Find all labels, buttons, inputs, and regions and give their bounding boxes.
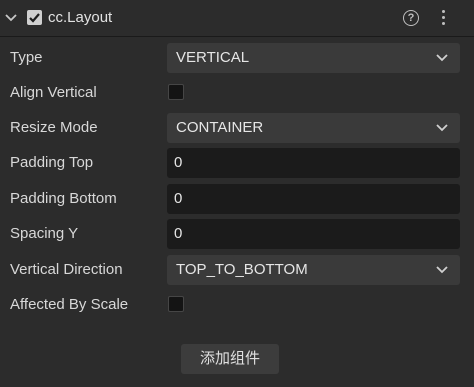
- spacing-y-input[interactable]: 0: [167, 219, 460, 249]
- type-row: Type VERTICAL: [0, 43, 474, 73]
- vertical-direction-select[interactable]: TOP_TO_BOTTOM: [167, 255, 460, 285]
- chevron-down-icon: [436, 54, 448, 62]
- padding-bottom-value: 0: [174, 190, 183, 207]
- align-vertical-label: Align Vertical: [10, 84, 97, 101]
- component-header: cc.Layout ?: [0, 0, 474, 37]
- resize-mode-row: Resize Mode CONTAINER: [0, 113, 474, 143]
- padding-bottom-input[interactable]: 0: [167, 184, 460, 214]
- more-vertical-icon[interactable]: [441, 10, 445, 26]
- spacing-y-value: 0: [174, 225, 183, 242]
- align-vertical-checkbox[interactable]: [168, 84, 184, 100]
- chevron-down-icon: [436, 266, 448, 274]
- spacing-y-row: Spacing Y 0: [0, 219, 474, 249]
- component-enabled-checkbox[interactable]: [27, 10, 42, 25]
- spacing-y-label: Spacing Y: [10, 225, 79, 242]
- vertical-direction-row: Vertical Direction TOP_TO_BOTTOM: [0, 255, 474, 285]
- check-icon: [29, 13, 40, 23]
- align-vertical-row: Align Vertical: [0, 78, 474, 108]
- affected-by-scale-label: Affected By Scale: [10, 296, 129, 313]
- resize-mode-value: CONTAINER: [176, 119, 264, 136]
- chevron-down-icon[interactable]: [4, 11, 18, 25]
- padding-top-input[interactable]: 0: [167, 148, 460, 178]
- type-select[interactable]: VERTICAL: [167, 43, 460, 73]
- vertical-direction-label: Vertical Direction: [10, 261, 123, 278]
- add-component-button[interactable]: 添加组件: [181, 344, 279, 374]
- affected-by-scale-row: Affected By Scale: [0, 290, 474, 320]
- padding-bottom-label: Padding Bottom: [10, 190, 117, 207]
- vertical-direction-value: TOP_TO_BOTTOM: [176, 261, 308, 278]
- resize-mode-select[interactable]: CONTAINER: [167, 113, 460, 143]
- padding-top-row: Padding Top 0: [0, 148, 474, 178]
- resize-mode-label: Resize Mode: [10, 119, 98, 136]
- padding-top-value: 0: [174, 154, 183, 171]
- type-label: Type: [10, 49, 43, 66]
- type-value: VERTICAL: [176, 49, 250, 66]
- component-title: cc.Layout: [48, 9, 113, 26]
- help-icon[interactable]: ?: [403, 10, 419, 26]
- padding-bottom-row: Padding Bottom 0: [0, 184, 474, 214]
- affected-by-scale-checkbox[interactable]: [168, 296, 184, 312]
- padding-top-label: Padding Top: [10, 154, 94, 171]
- chevron-down-icon: [436, 124, 448, 132]
